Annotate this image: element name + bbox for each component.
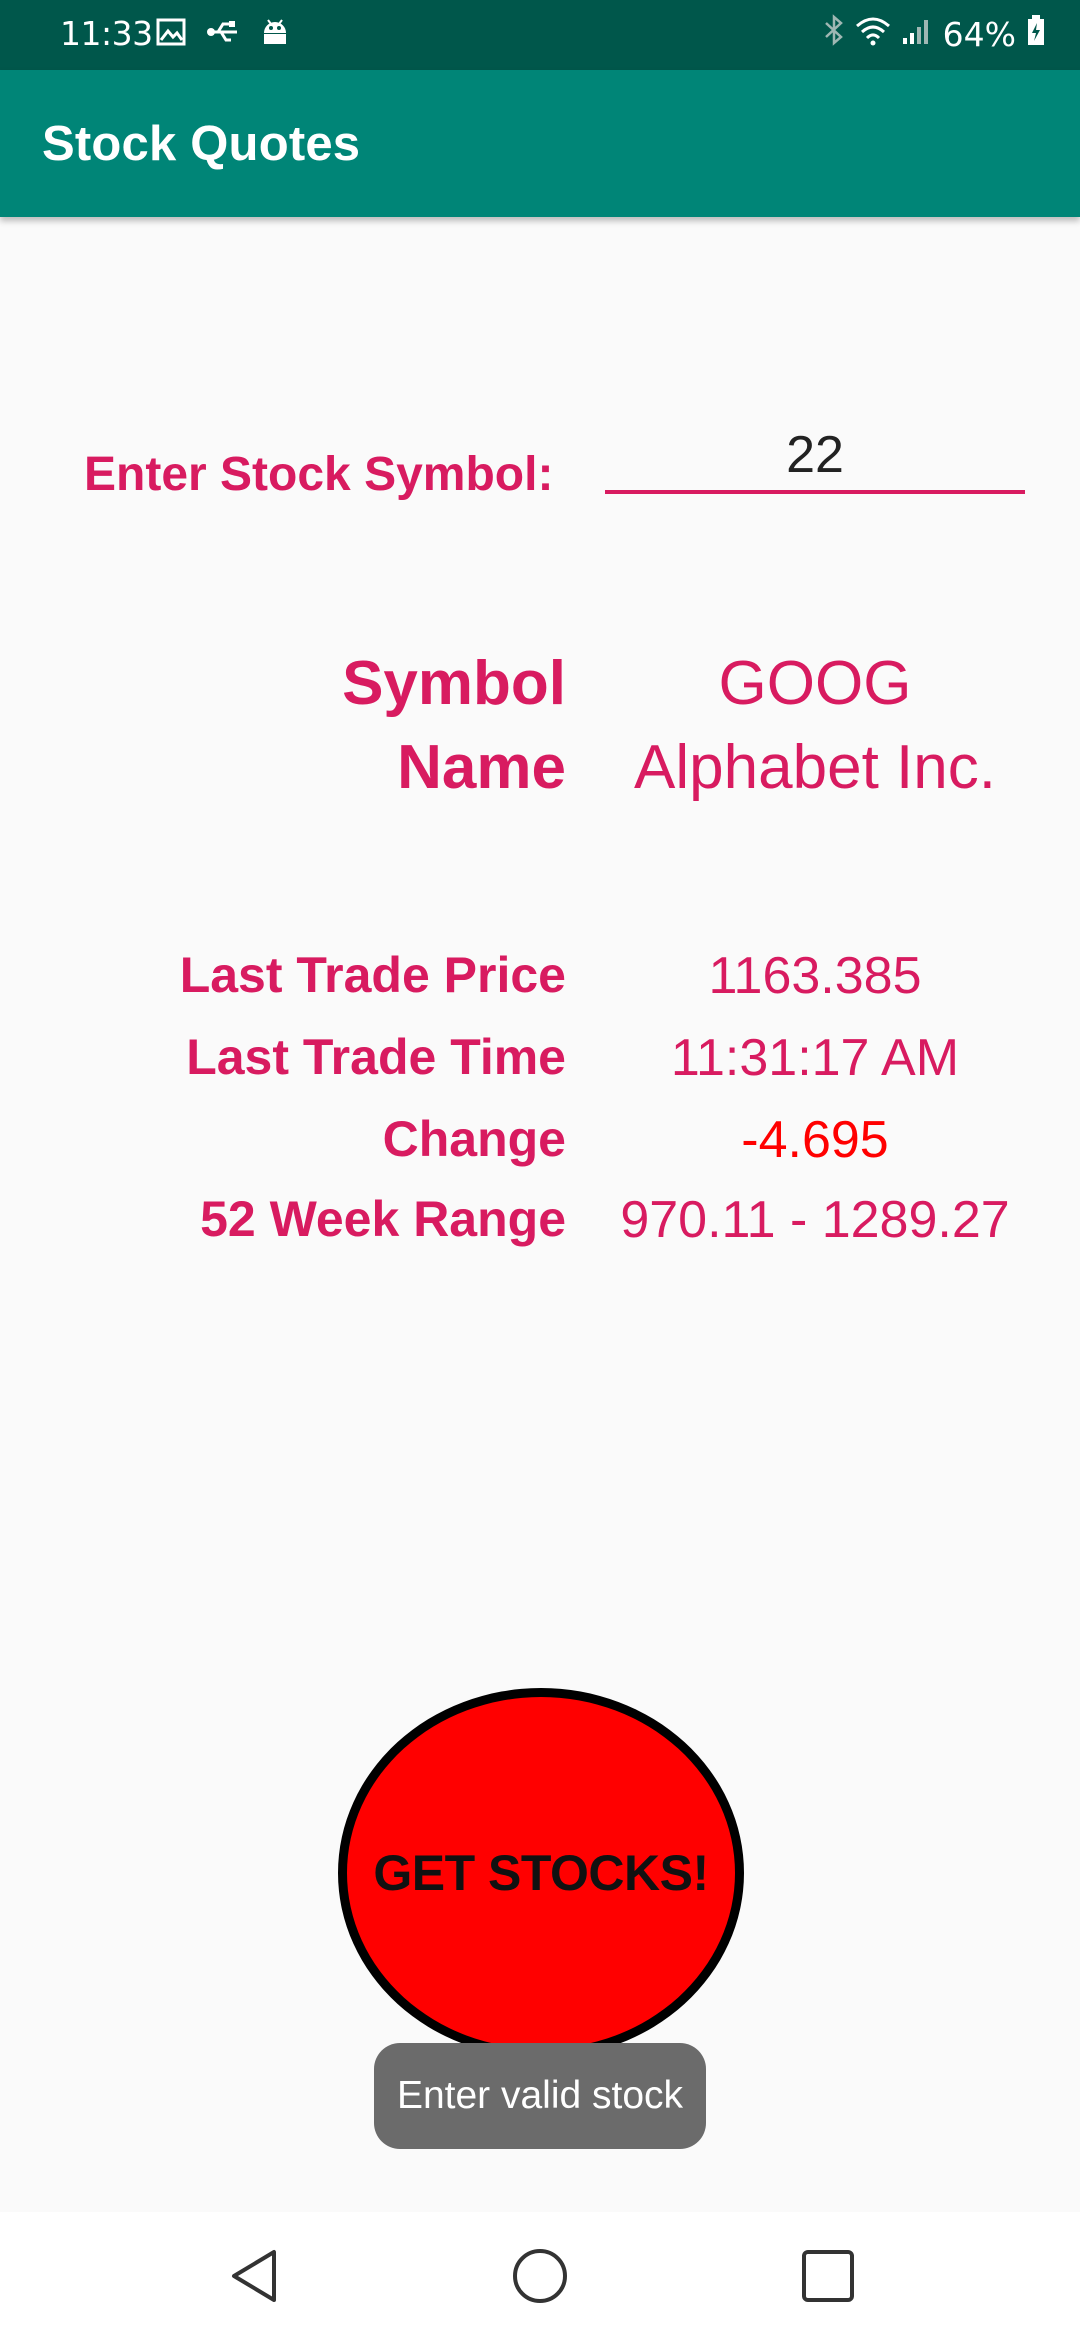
signal-icon [901, 15, 933, 54]
battery-icon [1026, 14, 1046, 54]
get-stocks-label: GET STOCKS! [373, 1845, 709, 1901]
image-icon [156, 17, 186, 52]
recents-button[interactable] [796, 2246, 860, 2310]
status-time: 11:33 [60, 14, 153, 53]
change-value: -4.695 [741, 1111, 889, 1169]
app-title: Stock Quotes [42, 117, 361, 171]
back-icon [226, 2246, 282, 2311]
android-debug-icon [260, 17, 290, 52]
stock-symbol-input[interactable] [605, 420, 1025, 494]
last-trade-price-value: 1163.385 [708, 947, 922, 1005]
usb-icon [206, 17, 240, 52]
last-trade-time-label: Last Trade Time [186, 1029, 566, 1085]
home-button[interactable] [508, 2246, 572, 2310]
bluetooth-icon [823, 14, 845, 54]
range-value: 970.11 - 1289.27 [620, 1191, 1010, 1249]
navigation-bar [0, 2212, 1080, 2340]
stock-symbol-label: Enter Stock Symbol: [84, 448, 554, 501]
battery-percent: 64% [942, 14, 1016, 54]
status-notification-icons [156, 17, 290, 52]
range-label: 52 Week Range [200, 1191, 566, 1247]
change-label: Change [382, 1111, 566, 1167]
wifi-icon [855, 15, 891, 54]
symbol-label: Symbol [342, 649, 566, 718]
back-button[interactable] [222, 2246, 286, 2310]
symbol-value: GOOG [718, 649, 912, 718]
toast-message: Enter valid stock [374, 2043, 706, 2149]
last-trade-time-value: 11:31:17 AM [670, 1029, 960, 1087]
status-system-icons: 64% [823, 14, 1046, 54]
app-bar: Stock Quotes [0, 70, 1080, 217]
name-value: Alphabet Inc. [634, 733, 996, 802]
home-icon [510, 2246, 570, 2311]
get-stocks-button[interactable]: GET STOCKS! [338, 1688, 744, 2058]
recents-icon [798, 2246, 858, 2311]
name-label: Name [397, 733, 566, 802]
status-bar: 11:33 64% [0, 0, 1080, 70]
last-trade-price-label: Last Trade Price [179, 947, 566, 1003]
